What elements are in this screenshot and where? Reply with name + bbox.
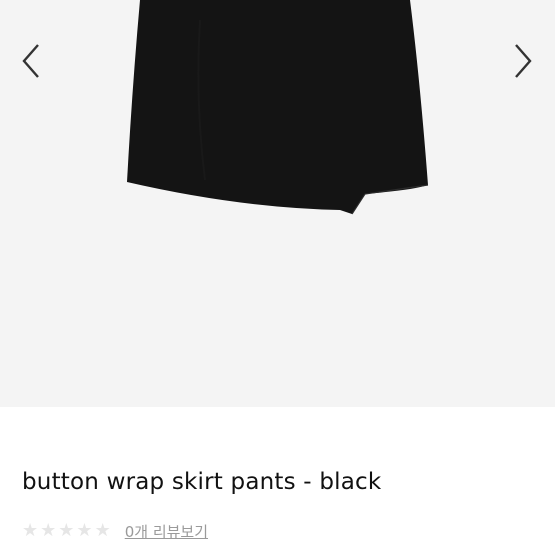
star-icon: ★ bbox=[40, 520, 57, 541]
product-image-gallery[interactable] bbox=[0, 0, 555, 407]
product-title: button wrap skirt pants - black bbox=[22, 469, 382, 495]
star-icon: ★ bbox=[76, 520, 93, 541]
star-rating: ★ ★ ★ ★ ★ bbox=[22, 522, 111, 540]
skirt-shape bbox=[127, 0, 428, 214]
view-reviews-link[interactable]: 0개 리뷰보기 bbox=[125, 521, 208, 542]
chevron-left-icon bbox=[22, 44, 39, 78]
previous-image-button[interactable] bbox=[16, 36, 46, 86]
rating-row: ★ ★ ★ ★ ★ 0개 리뷰보기 bbox=[22, 519, 208, 543]
star-icon: ★ bbox=[94, 520, 111, 541]
product-image bbox=[127, 0, 429, 215]
chevron-right-icon bbox=[515, 44, 532, 78]
next-image-button[interactable] bbox=[508, 36, 538, 86]
star-icon: ★ bbox=[22, 520, 39, 541]
star-icon: ★ bbox=[58, 520, 75, 541]
product-info: button wrap skirt pants - black ★ ★ ★ ★ … bbox=[0, 407, 555, 555]
